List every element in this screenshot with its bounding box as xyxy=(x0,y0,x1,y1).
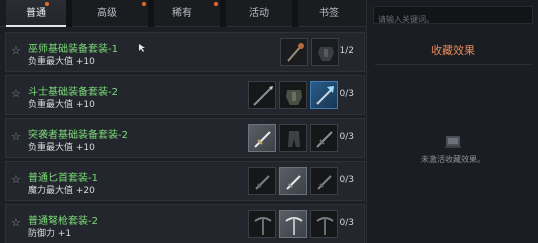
tab-advanced[interactable]: 高级 xyxy=(72,0,142,27)
star-icon[interactable]: ☆ xyxy=(11,88,23,100)
panel-title: 收藏效果 xyxy=(431,44,475,57)
star-icon[interactable]: ☆ xyxy=(11,217,23,229)
armor-icon[interactable] xyxy=(279,124,307,152)
star-icon[interactable]: ☆ xyxy=(11,45,23,57)
notification-dot-icon xyxy=(45,2,49,6)
collection-progress: 0/3 xyxy=(339,175,354,185)
set-effect: 魔力最大值 +20 xyxy=(28,186,95,196)
dagger-icon[interactable] xyxy=(279,167,307,195)
collection-row[interactable]: ☆ 普通匕首套装-1 魔力最大值 +20 0/3 xyxy=(5,161,365,201)
notification-dot-icon xyxy=(142,2,146,6)
divider xyxy=(375,64,531,65)
set-effect: 负重最大值 +10 xyxy=(28,100,95,110)
tab-label: 书签 xyxy=(319,8,339,19)
set-name: 斗士基础装备套装-2 xyxy=(28,87,118,98)
search-box xyxy=(373,6,533,28)
star-icon[interactable]: ☆ xyxy=(11,174,23,186)
collection-progress: 0/3 xyxy=(339,89,354,99)
tab-bookmark[interactable]: 书签 xyxy=(298,0,360,27)
category-tabs: 普通 高级 稀有 活动 书签 xyxy=(0,0,366,27)
collection-row[interactable]: ☆ 突袭者基础装备套装-2 负重最大值 +10 0/3 xyxy=(5,118,365,158)
set-name: 突袭者基础装备套装-2 xyxy=(28,130,128,141)
set-name: 普通弩枪套装-2 xyxy=(28,216,98,227)
armor-icon[interactable] xyxy=(311,38,339,66)
sword-icon[interactable] xyxy=(310,124,338,152)
crossbow-icon[interactable] xyxy=(248,210,276,238)
dagger-icon[interactable] xyxy=(248,167,276,195)
staff-icon[interactable] xyxy=(280,38,308,66)
collection-row[interactable]: ☆ 巫师基础装备套装-1 负重最大值 +10 1/2 xyxy=(5,32,365,72)
collection-progress: 1/2 xyxy=(339,46,354,56)
mouse-cursor-icon xyxy=(139,44,145,52)
set-name: 巫师基础装备套装-1 xyxy=(28,44,118,55)
notification-dot-icon xyxy=(214,2,218,6)
tab-label: 高级 xyxy=(97,8,117,19)
crossbow-icon[interactable] xyxy=(310,210,338,238)
collection-progress: 0/3 xyxy=(339,132,354,142)
collection-list-panel: 普通 高级 稀有 活动 书签 ☆ 巫师基础装备套装-1 负重最大值 +10 1/… xyxy=(0,0,366,243)
set-effect: 负重最大值 +10 xyxy=(28,143,95,153)
set-name: 普通匕首套装-1 xyxy=(28,173,98,184)
collection-effect-panel: 收藏效果 未激活收藏效果。 xyxy=(366,0,538,243)
collection-row[interactable]: ☆ 斗士基础装备套装-2 负重最大值 +10 0/3 xyxy=(5,75,365,115)
search-input[interactable] xyxy=(374,11,532,28)
book-icon xyxy=(445,136,461,148)
tab-label: 普通 xyxy=(26,8,46,19)
axe-icon[interactable] xyxy=(310,81,338,109)
armor-icon[interactable] xyxy=(279,81,307,109)
tab-label: 稀有 xyxy=(172,8,192,19)
sword-icon[interactable] xyxy=(248,124,276,152)
tab-label: 活动 xyxy=(249,8,269,19)
collection-progress: 0/3 xyxy=(339,218,354,228)
star-icon[interactable]: ☆ xyxy=(11,131,23,143)
collection-row[interactable]: ☆ 普通弩枪套装-2 防御力 +1 0/3 xyxy=(5,204,365,243)
set-effect: 负重最大值 +10 xyxy=(28,57,95,67)
tab-normal[interactable]: 普通 xyxy=(6,0,66,27)
empty-state-text: 未激活收藏效果。 xyxy=(421,155,485,164)
crossbow-icon[interactable] xyxy=(279,210,307,238)
tab-rare[interactable]: 稀有 xyxy=(154,0,210,27)
tab-event[interactable]: 活动 xyxy=(226,0,292,27)
spear-icon[interactable] xyxy=(248,81,276,109)
set-effect: 防御力 +1 xyxy=(28,229,72,239)
dagger-icon[interactable] xyxy=(310,167,338,195)
